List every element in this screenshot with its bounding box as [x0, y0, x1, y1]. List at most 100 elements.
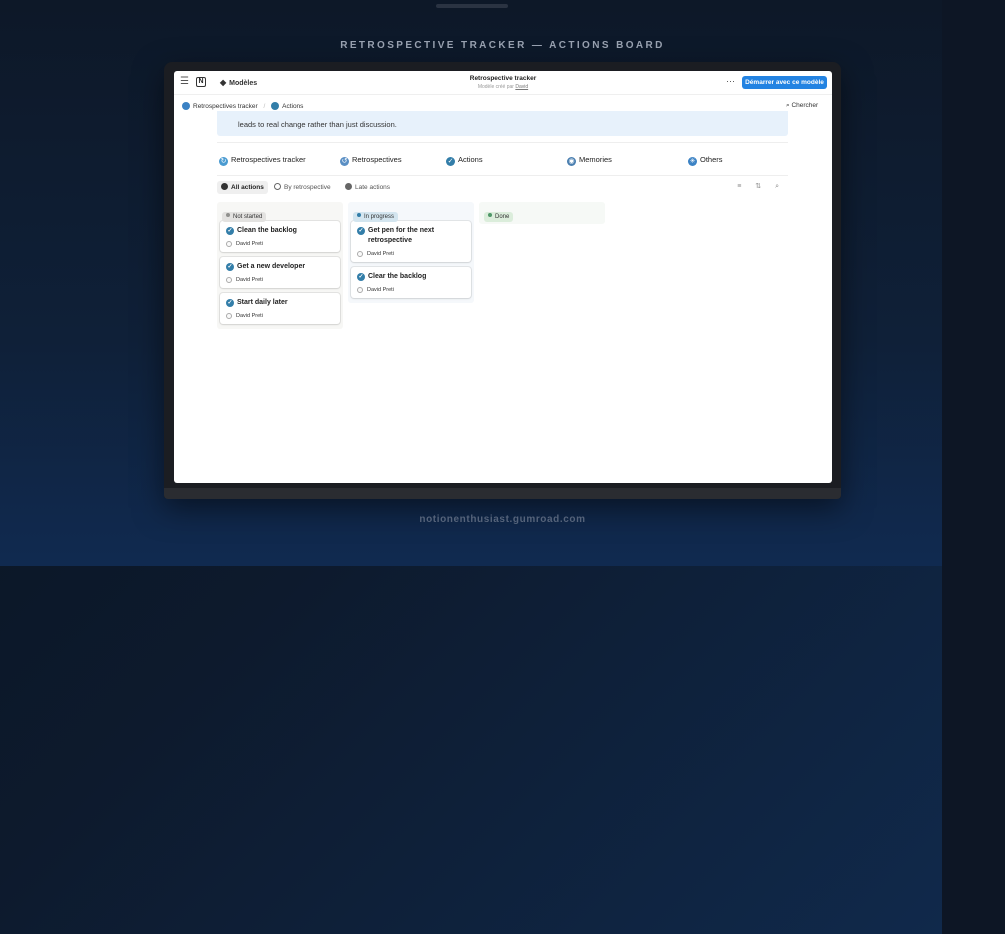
board-card[interactable]: ✓ Clean the backlog David Preti: [220, 221, 340, 252]
assignee-name: David Preti: [236, 277, 263, 283]
assignee-name: David Preti: [236, 313, 263, 319]
breadcrumb-separator: /: [263, 102, 266, 110]
card-assignee: David Preti: [357, 251, 465, 257]
check-circle-icon: ✓: [226, 299, 234, 307]
status-dot: [226, 213, 230, 217]
check-circle-icon: ✓: [357, 273, 365, 281]
card-title-text: Clean the backlog: [237, 227, 297, 234]
section-nav: ↻ Retrospectives tracker ↺ Retrospectives …: [217, 142, 788, 176]
card-title: ✓ Clean the backlog: [226, 226, 334, 236]
card-assignee: David Preti: [357, 287, 465, 293]
tab-all-actions[interactable]: All actions: [217, 181, 268, 194]
status-label: In progress: [364, 214, 395, 220]
status-badge[interactable]: Not started: [222, 212, 267, 222]
section-label: Others: [700, 155, 723, 164]
section-label: Actions: [458, 155, 483, 164]
laptop-base: [164, 488, 841, 499]
column-header: Not started: [217, 202, 343, 222]
status-dot: [357, 213, 361, 217]
avatar: [226, 313, 232, 319]
sync-icon: [182, 102, 190, 110]
breadcrumb-label: Retrospectives tracker: [193, 102, 258, 110]
section-link-others[interactable]: ✳ Others: [688, 155, 723, 166]
card-title-text: Get a new developer: [237, 263, 306, 270]
tab-label: Late actions: [355, 184, 391, 191]
clock-icon: [345, 183, 352, 190]
page-headline: RETROSPECTIVE TRACKER — ACTIONS BOARD: [340, 40, 665, 51]
status-label: Not started: [233, 214, 263, 220]
callout-block: leads to real change rather than just di…: [217, 111, 788, 136]
callout-text: leads to real change rather than just di…: [238, 120, 397, 129]
breadcrumb-label: Actions: [282, 102, 304, 110]
card-title-text: Get pen for the next retrospective: [368, 227, 435, 244]
side-strip: [942, 0, 1005, 934]
app-topbar: ☰ N ◆ Modèles Retrospective tracker Modèl…: [174, 71, 832, 95]
card-title: ✓ Start daily later: [226, 298, 334, 308]
board-card[interactable]: ✓ Get a new developer David Preti: [220, 257, 340, 288]
board-card[interactable]: ✓ Start daily later David Preti: [220, 293, 340, 324]
assignee-name: David Preti: [367, 251, 394, 257]
check-circle-icon: ✓: [226, 227, 234, 235]
card-assignee: David Preti: [226, 277, 334, 283]
card-title: ✓ Get pen for the next retrospective: [357, 226, 465, 246]
card-title-text: Start daily later: [237, 299, 288, 306]
sync-icon: ↻: [219, 157, 228, 166]
avatar: [357, 251, 363, 257]
section-link-retrospectives[interactable]: ↺ Retrospectives: [340, 155, 402, 166]
top-notch: [436, 4, 508, 8]
status-badge[interactable]: Done: [484, 212, 514, 222]
board-card[interactable]: ✓ Clear the backlog David Preti: [351, 267, 471, 298]
breadcrumb-item-tracker[interactable]: Retrospectives tracker: [182, 102, 258, 110]
section-label: Retrospectives tracker: [231, 155, 306, 164]
history-icon: [274, 183, 281, 190]
check-circle-icon: [221, 183, 228, 190]
tab-label: All actions: [231, 184, 264, 191]
section-label: Retrospectives: [352, 155, 402, 164]
board-column-not-started: Not started ✓ Clean the backlog David Pre…: [217, 202, 343, 329]
card-assignee: David Preti: [226, 313, 334, 319]
check-circle-icon: ✓: [446, 157, 455, 166]
card-assignee: David Preti: [226, 241, 334, 247]
more-icon[interactable]: ···: [726, 76, 735, 86]
section-link-actions[interactable]: ✓ Actions: [446, 155, 483, 166]
avatar: [226, 241, 232, 247]
search-button[interactable]: ⌕ Chercher: [786, 102, 818, 110]
card-title: ✓ Clear the backlog: [357, 272, 465, 282]
camera-icon: ◉: [567, 157, 576, 166]
check-circle-icon: [271, 102, 280, 110]
board-card[interactable]: ✓ Get pen for the next retrospective Davi…: [351, 221, 471, 262]
doc-author-link[interactable]: David: [515, 84, 528, 90]
assignee-name: David Preti: [367, 287, 394, 293]
avatar: [357, 287, 363, 293]
doc-subtitle-text: Modèle créé par: [477, 84, 514, 90]
view-tools[interactable]: ≡ ⇅ ⌕: [737, 182, 785, 191]
section-link-memories[interactable]: ◉ Memories: [567, 155, 612, 166]
check-circle-icon: ✓: [357, 227, 365, 235]
search-label: Chercher: [791, 102, 819, 109]
card-title-text: Clear the backlog: [368, 273, 427, 280]
avatar: [226, 277, 232, 283]
column-header: In progress: [348, 202, 474, 222]
asterisk-icon: ✳: [688, 157, 697, 166]
tab-late-actions[interactable]: Late actions: [341, 181, 394, 194]
history-icon: ↺: [340, 157, 349, 166]
section-link-tracker[interactable]: ↻ Retrospectives tracker: [219, 155, 306, 166]
tab-by-retrospective[interactable]: By retrospective: [270, 181, 335, 194]
column-header: Done: [479, 202, 605, 222]
breadcrumb-item-actions[interactable]: Actions: [271, 102, 304, 110]
status-badge[interactable]: In progress: [353, 212, 399, 222]
card-title: ✓ Get a new developer: [226, 262, 334, 272]
status-label: Done: [495, 214, 510, 220]
app-screen: ☰ N ◆ Modèles Retrospective tracker Modèl…: [174, 71, 832, 483]
breadcrumb: Retrospectives tracker / Actions: [182, 102, 303, 110]
status-dot: [488, 213, 492, 217]
start-template-button[interactable]: Démarrer avec ce modèle: [742, 76, 827, 89]
section-label: Memories: [579, 155, 612, 164]
view-tabs: All actions By retrospective Late action…: [217, 181, 788, 195]
tab-label: By retrospective: [284, 184, 331, 191]
board-column-done: Done: [479, 202, 605, 224]
assignee-name: David Preti: [236, 241, 263, 247]
board-column-in-progress: In progress ✓ Get pen for the next retros…: [348, 202, 474, 303]
check-circle-icon: ✓: [226, 263, 234, 271]
footer-url: notionenthusiast.gumroad.com: [419, 514, 586, 525]
